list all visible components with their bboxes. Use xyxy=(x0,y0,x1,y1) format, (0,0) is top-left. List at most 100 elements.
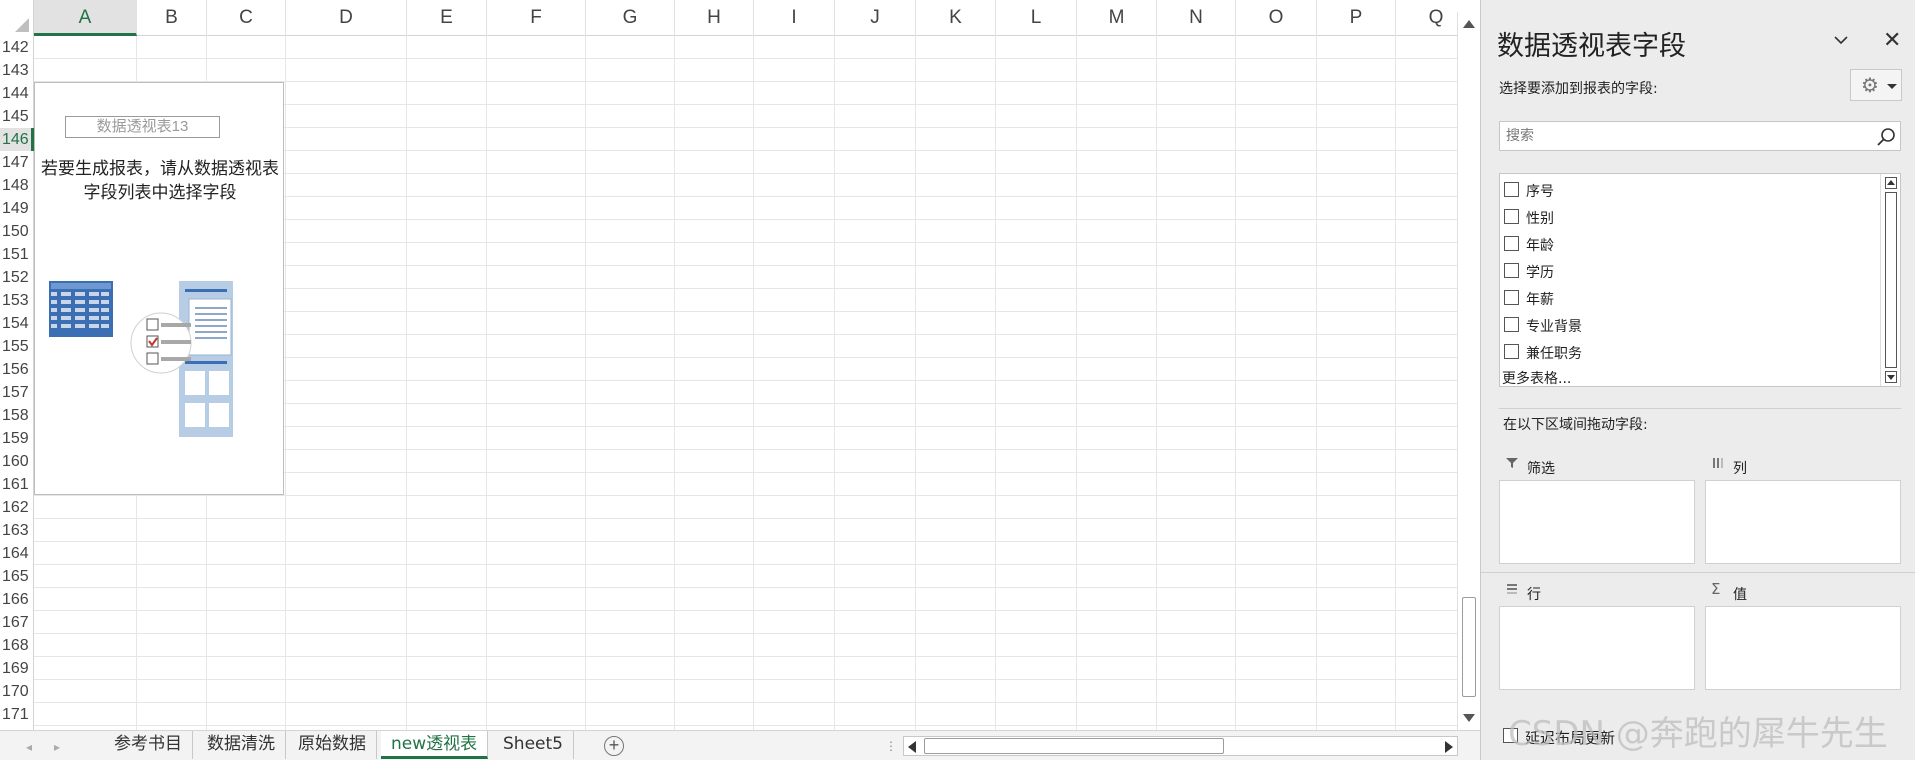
field-checkbox[interactable] xyxy=(1504,317,1519,332)
close-icon[interactable]: ✕ xyxy=(1883,28,1901,53)
row-header-153[interactable]: 153 xyxy=(0,289,34,312)
defer-layout-checkbox[interactable] xyxy=(1503,728,1518,743)
row-header-150[interactable]: 150 xyxy=(0,220,34,243)
row-header-152[interactable]: 152 xyxy=(0,266,34,289)
column-header-e[interactable]: E xyxy=(407,0,487,36)
row-header-143[interactable]: 143 xyxy=(0,59,34,82)
sheet-tab[interactable]: Sheet5 xyxy=(493,731,574,759)
field-item[interactable]: 兼任职务 xyxy=(1500,340,1880,364)
plus-circle-icon[interactable]: + xyxy=(604,736,624,756)
row-header-142[interactable]: 142 xyxy=(0,36,34,59)
column-header-o[interactable]: O xyxy=(1236,0,1317,36)
row-header-157[interactable]: 157 xyxy=(0,381,34,404)
columns-drop-zone[interactable] xyxy=(1705,480,1901,564)
column-header-c[interactable]: C xyxy=(207,0,286,36)
scroll-left-icon[interactable] xyxy=(908,741,916,753)
sheet-tab[interactable]: 参考书目 xyxy=(104,731,193,759)
field-list-scroll-thumb[interactable] xyxy=(1885,192,1897,368)
sheet-tab[interactable]: 原始数据 xyxy=(288,731,377,759)
column-header-l[interactable]: L xyxy=(996,0,1077,36)
column-header-a[interactable]: A xyxy=(34,0,137,36)
tab-scroll-right-icon[interactable]: ▸ xyxy=(54,740,60,754)
field-checkbox[interactable] xyxy=(1504,344,1519,359)
row-header-169[interactable]: 169 xyxy=(0,657,34,680)
values-drop-zone[interactable] xyxy=(1705,606,1901,690)
row-header-167[interactable]: 167 xyxy=(0,611,34,634)
column-header-m[interactable]: M xyxy=(1077,0,1157,36)
row-header-163[interactable]: 163 xyxy=(0,519,34,542)
vertical-scroll-thumb[interactable] xyxy=(1462,597,1476,697)
row-header-147[interactable]: 147 xyxy=(0,151,34,174)
chevron-down-icon[interactable] xyxy=(1833,32,1849,48)
field-checkbox[interactable] xyxy=(1504,209,1519,224)
column-header-q[interactable]: Q xyxy=(1396,0,1457,36)
row-header-162[interactable]: 162 xyxy=(0,496,34,519)
column-header-d[interactable]: D xyxy=(286,0,407,36)
field-item[interactable]: 序号 xyxy=(1500,178,1880,202)
scroll-down-icon[interactable] xyxy=(1463,714,1475,722)
column-header-n[interactable]: N xyxy=(1157,0,1236,36)
tools-button[interactable]: ⚙ xyxy=(1850,69,1902,101)
values-area[interactable]: Σ 值 xyxy=(1705,580,1901,690)
vertical-scrollbar[interactable] xyxy=(1457,12,1479,730)
scroll-split-handle-icon[interactable]: ⋮ xyxy=(885,739,897,753)
more-tables-link[interactable]: 更多表格... xyxy=(1502,368,1571,386)
field-item[interactable]: 专业背景 xyxy=(1500,313,1880,337)
row-header-148[interactable]: 148 xyxy=(0,174,34,197)
field-checkbox[interactable] xyxy=(1504,182,1519,197)
field-item[interactable]: 年龄 xyxy=(1500,232,1880,256)
scroll-down-icon[interactable] xyxy=(1885,371,1897,383)
column-header-b[interactable]: B xyxy=(137,0,207,36)
scroll-up-icon[interactable] xyxy=(1885,177,1897,189)
rows-area[interactable]: 行 xyxy=(1499,580,1695,690)
column-header-f[interactable]: F xyxy=(487,0,586,36)
row-header-158[interactable]: 158 xyxy=(0,404,34,427)
row-header-146[interactable]: 146 xyxy=(0,128,34,151)
row-header-151[interactable]: 151 xyxy=(0,243,34,266)
row-header-154[interactable]: 154 xyxy=(0,312,34,335)
row-header-159[interactable]: 159 xyxy=(0,427,34,450)
row-header-168[interactable]: 168 xyxy=(0,634,34,657)
filter-area[interactable]: 筛选 xyxy=(1499,454,1695,564)
search-input[interactable] xyxy=(1500,122,1870,150)
field-item[interactable]: 学历 xyxy=(1500,259,1880,283)
row-header-166[interactable]: 166 xyxy=(0,588,34,611)
filter-drop-zone[interactable] xyxy=(1499,480,1695,564)
row-header-156[interactable]: 156 xyxy=(0,358,34,381)
field-item[interactable]: 年薪 xyxy=(1500,286,1880,310)
scroll-right-icon[interactable] xyxy=(1445,741,1453,753)
horizontal-scroll-thumb[interactable] xyxy=(924,738,1224,754)
column-header-k[interactable]: K xyxy=(916,0,996,36)
field-label: 年薪 xyxy=(1526,292,1554,308)
row-header-149[interactable]: 149 xyxy=(0,197,34,220)
select-all-corner[interactable] xyxy=(0,0,34,36)
row-header-170[interactable]: 170 xyxy=(0,680,34,703)
field-checkbox[interactable] xyxy=(1504,263,1519,278)
sheet-tab[interactable]: 数据清洗 xyxy=(197,731,286,759)
column-header-p[interactable]: P xyxy=(1317,0,1396,36)
column-header-g[interactable]: G xyxy=(586,0,675,36)
field-checkbox[interactable] xyxy=(1504,290,1519,305)
field-list-scrollbar[interactable] xyxy=(1880,174,1900,386)
sheet-tab[interactable]: new透视表 xyxy=(381,731,489,759)
horizontal-scrollbar[interactable] xyxy=(903,736,1458,756)
rows-drop-zone[interactable] xyxy=(1499,606,1695,690)
column-header-i[interactable]: I xyxy=(754,0,835,36)
column-header-h[interactable]: H xyxy=(675,0,754,36)
row-header-164[interactable]: 164 xyxy=(0,542,34,565)
row-header-145[interactable]: 145 xyxy=(0,105,34,128)
row-header-144[interactable]: 144 xyxy=(0,82,34,105)
row-header-161[interactable]: 161 xyxy=(0,473,34,496)
field-item[interactable]: 性别 xyxy=(1500,205,1880,229)
field-checkbox[interactable] xyxy=(1504,236,1519,251)
row-header-171[interactable]: 171 xyxy=(0,703,34,726)
row-header-165[interactable]: 165 xyxy=(0,565,34,588)
row-header-160[interactable]: 160 xyxy=(0,450,34,473)
columns-area[interactable]: 列 xyxy=(1705,454,1901,564)
search-icon[interactable] xyxy=(1875,126,1897,148)
scroll-up-icon[interactable] xyxy=(1463,20,1475,28)
tab-scroll-left-icon[interactable]: ◂ xyxy=(26,740,32,754)
pivot-table-placeholder[interactable]: 数据透视表13 若要生成报表，请从数据透视表字段列表中选择字段 xyxy=(34,82,284,495)
row-header-155[interactable]: 155 xyxy=(0,335,34,358)
column-header-j[interactable]: J xyxy=(835,0,916,36)
